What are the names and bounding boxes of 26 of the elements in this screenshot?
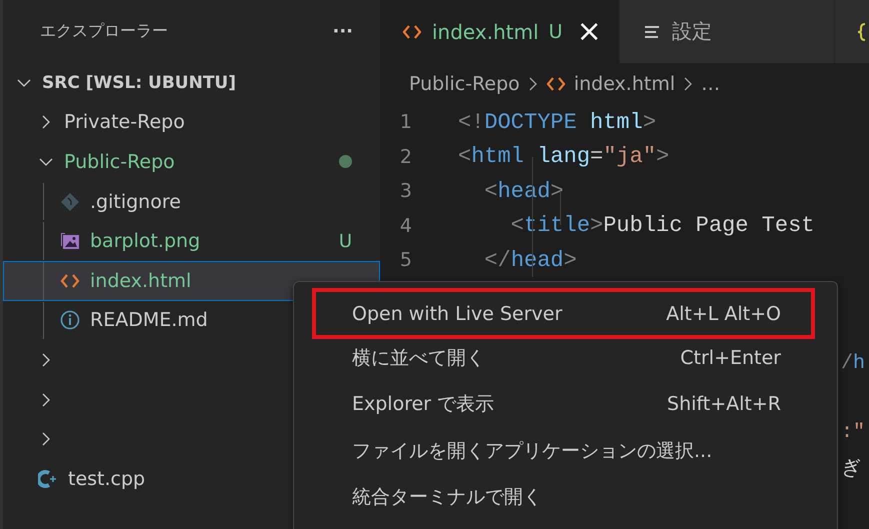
code-text: <head>	[483, 178, 564, 204]
sidebar-title: エクスプローラー	[40, 21, 169, 42]
line-number: 1	[398, 111, 413, 134]
line-number: 2	[398, 146, 413, 168]
git-status: U	[338, 230, 352, 252]
code-text: </head>	[483, 248, 577, 273]
item-label: test.cpp	[68, 468, 146, 490]
item-label: barplot.png	[90, 230, 200, 252]
git-status: U	[548, 20, 563, 42]
tab-label: 設定	[672, 18, 712, 45]
code-text: <html lang="ja">	[458, 144, 670, 170]
item-label: index.html	[90, 270, 192, 292]
code-text: /h	[841, 352, 866, 376]
line-number: 3	[398, 180, 413, 202]
item-label: .gitignore	[90, 190, 181, 213]
item-label: Public-Repo	[64, 150, 175, 173]
item-label: Private-Repo	[64, 111, 185, 134]
code-text: ぎ	[841, 456, 861, 481]
tab-label: index.html	[432, 20, 539, 44]
item-label: SRC [WSL: UBUNTU]	[42, 72, 236, 93]
code-text: <!DOCTYPE html>	[458, 110, 656, 135]
item-label: README.md	[90, 309, 208, 332]
line-number: 4	[398, 214, 413, 237]
code-text: :"	[841, 421, 866, 444]
code-text: <title>Public Page Test	[510, 213, 814, 238]
line-number: 5	[398, 249, 413, 272]
